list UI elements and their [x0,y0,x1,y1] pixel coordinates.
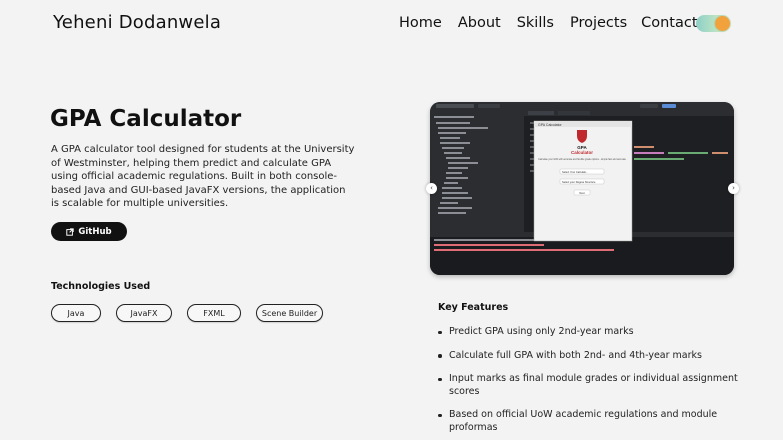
tech-chip-scene-builder: Scene Builder [256,304,323,322]
nav-about[interactable]: About [458,15,501,31]
bullet-icon [438,413,442,417]
ide-screenshot: GPA Calculator GPA Calculator Calculate … [430,102,734,275]
project-screenshot-carousel: GPA Calculator GPA Calculator Calculate … [430,102,734,275]
carousel-next-button[interactable]: › [728,183,739,194]
bullet-icon [438,354,442,358]
gpa-heading-line2: Calculator [571,150,593,155]
tech-chip-java: Java [51,304,101,322]
feature-item: Based on official UoW academic regulatio… [438,409,738,434]
feature-text: Based on official UoW academic regulatio… [449,409,718,433]
calculation-select: Select Your Calculati... [562,170,588,174]
theme-toggle[interactable] [696,15,731,32]
nav-skills[interactable]: Skills [517,15,554,31]
features-title: Key Features [438,302,509,313]
carousel-prev-button[interactable]: ‹ [426,183,437,194]
features-list: Predict GPA using only 2nd-year marks Ca… [438,326,738,440]
gpa-subtext: Calculate your GPA with accurate and fle… [538,158,627,161]
nav-projects[interactable]: Projects [570,15,627,31]
github-button-label: GitHub [78,226,112,237]
nav-contact[interactable]: Contact [641,15,697,31]
project-description: A GPA calculator tool designed for stude… [51,144,355,210]
next-button: Next [579,191,585,195]
feature-item: Calculate full GPA with both 2nd- and 4t… [438,350,738,363]
technologies-title: Technologies Used [51,281,151,292]
main-nav: Home About Skills Projects Contact [399,15,714,31]
degree-structure-select: Select your Degree Structure [562,180,596,184]
chevron-left-icon: ‹ [430,184,433,192]
site-brand[interactable]: Yeheni Dodanwela [53,12,221,33]
feature-text: Calculate full GPA with both 2nd- and 4t… [449,349,702,361]
bullet-icon [438,330,442,334]
sun-icon [715,16,730,31]
nav-home[interactable]: Home [399,15,442,31]
gpa-window-title: GPA Calculator [538,123,563,127]
feature-text: Predict GPA using only 2nd-year marks [449,326,634,337]
bullet-icon [438,377,442,381]
feature-text: Input marks as final module grades or in… [449,373,738,397]
github-button[interactable]: GitHub [51,222,127,241]
tech-chip-fxml: FXML [187,304,241,322]
feature-item: Input marks as final module grades or in… [438,373,738,398]
project-title: GPA Calculator [50,106,242,132]
feature-item: Predict GPA using only 2nd-year marks [438,326,738,339]
external-link-icon [66,227,75,236]
chevron-right-icon: › [732,184,735,192]
technology-chips: Java JavaFX FXML Scene Builder [51,304,338,322]
tech-chip-javafx: JavaFX [116,304,172,322]
